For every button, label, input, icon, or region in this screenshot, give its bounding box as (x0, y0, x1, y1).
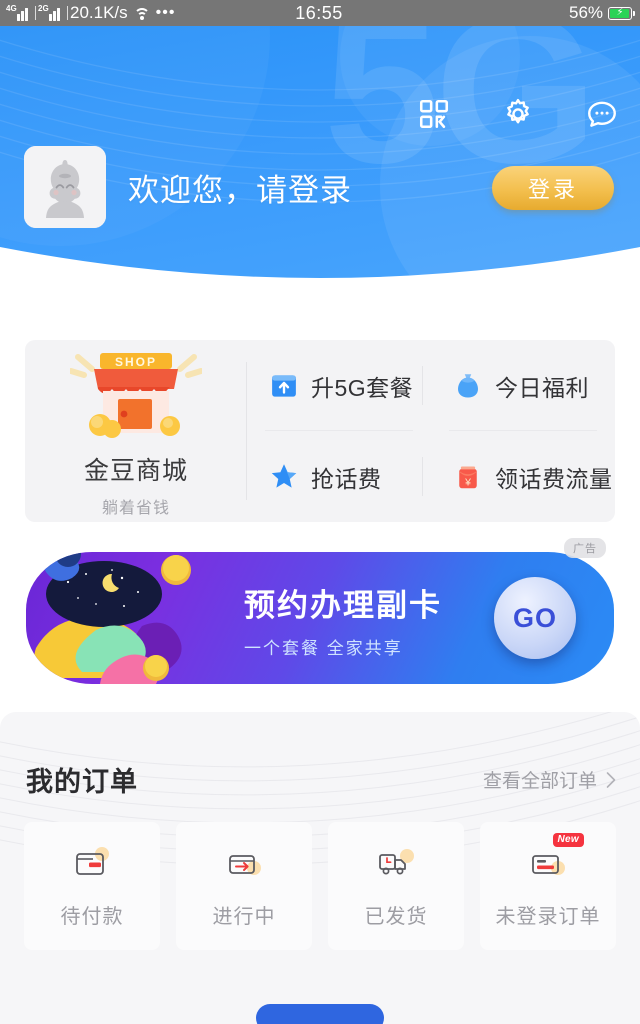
status-bar-clock: 16:55 (295, 2, 343, 23)
svg-text:SHOP: SHOP (115, 355, 157, 369)
quick-link-label: 升5G套餐 (311, 374, 414, 401)
status-bar: 4G 2G 20.1K/s ••• 16:55 56% ⚡ (0, 0, 640, 26)
box-arrow-icon (220, 844, 268, 884)
new-badge: New (552, 832, 584, 847)
card-icon: New (524, 832, 584, 884)
jindou-mall-entry[interactable]: SHOP 金豆商城 躺着省钱 (25, 340, 247, 522)
signal-sim1-label: 4G (6, 3, 17, 13)
quick-link-claim-credit-data[interactable]: ¥ 领话费流量 (431, 431, 615, 522)
header-icon-row (414, 94, 622, 134)
signal-icon-sim1: 4G (6, 3, 36, 21)
wifi-icon (133, 7, 150, 20)
view-all-orders-label: 查看全部订单 (482, 771, 597, 792)
welcome-row: 欢迎您，请登录 (24, 146, 352, 228)
star-icon (271, 463, 297, 488)
signal-sim2-label: 2G (38, 3, 49, 13)
order-tile-not-logged-in[interactable]: New 未登录订单 (480, 822, 616, 950)
order-tile-label: 进行中 (212, 905, 276, 928)
promo-banner[interactable]: 预约办理副卡 一个套餐 全家共享 GO (26, 552, 614, 684)
order-tile-unpaid[interactable]: 待付款 (24, 822, 160, 950)
order-tile-in-progress[interactable]: 进行中 (176, 822, 312, 950)
quick-link-upgrade-5g-plan[interactable]: 升5G套餐 (247, 340, 431, 431)
shop-storefront-icon: SHOP (70, 352, 202, 438)
svg-text:¥: ¥ (464, 476, 471, 488)
banner-title: 预约办理副卡 (244, 588, 442, 623)
battery-percent: 56% (568, 3, 604, 22)
status-bar-left: 4G 2G 20.1K/s ••• (0, 3, 295, 23)
ad-badge: 广告 (564, 538, 606, 558)
red-envelope-icon: ¥ (459, 466, 477, 488)
qr-scan-icon[interactable] (414, 94, 454, 134)
avatar[interactable] (24, 146, 106, 228)
network-speed: 20.1K/s (70, 3, 128, 22)
welcome-text: 欢迎您，请登录 (128, 172, 352, 208)
banner-text-block: 预约办理副卡 一个套餐 全家共享 (244, 580, 442, 659)
quick-links-card: SHOP 金豆商城 躺着省钱 升5G套餐 今日福利 抢话费 ¥ 领话费流量 (25, 340, 615, 522)
gear-icon[interactable] (498, 94, 538, 134)
ellipsis-icon: ••• (155, 4, 176, 21)
bottom-floating-pill[interactable] (256, 1004, 384, 1024)
quick-link-label: 抢话费 (311, 465, 382, 492)
quick-link-today-benefits[interactable]: 今日福利 (431, 340, 615, 431)
quick-links-grid: 升5G套餐 今日福利 抢话费 ¥ 领话费流量 (247, 340, 615, 522)
header-banner: 5G 欢迎您，请登录 登录 (0, 26, 640, 294)
promo-banner-wrapper: 广告 预约办理副卡 一个套餐 全家共享 GO (26, 538, 614, 684)
order-tile-label: 已发货 (364, 905, 428, 928)
header-bottom-curve (0, 247, 640, 294)
orders-header: 我的订单 查看全部订单 (26, 760, 618, 799)
quick-link-grab-phone-credit[interactable]: 抢话费 (247, 431, 431, 522)
banner-illustration (30, 552, 191, 684)
signal-icon-sim2: 2G (38, 3, 68, 21)
truck-icon (372, 844, 420, 884)
order-tile-label: 待付款 (60, 905, 124, 928)
upload-box-icon (272, 374, 296, 397)
chevron-right-icon (606, 771, 616, 788)
default-avatar-icon (24, 146, 106, 228)
quick-link-label: 领话费流量 (495, 465, 613, 492)
chat-bubble-icon[interactable] (582, 94, 622, 134)
order-tile-shipped[interactable]: 已发货 (328, 822, 464, 950)
wallet-icon (68, 844, 116, 884)
jindou-mall-title: 金豆商城 (83, 456, 188, 485)
orders-tile-grid: 待付款 进行中 已发货 New 未登录订单 (24, 822, 616, 950)
jindou-mall-subtitle: 躺着省钱 (101, 499, 170, 517)
quick-link-label: 今日福利 (495, 374, 589, 401)
banner-go-button[interactable]: GO (494, 577, 576, 659)
login-button[interactable]: 登录 (492, 166, 614, 210)
view-all-orders-link[interactable]: 查看全部订单 (483, 766, 618, 793)
money-bag-icon (458, 373, 478, 397)
battery-icon: ⚡ (608, 6, 636, 20)
order-tile-label: 未登录订单 (495, 905, 601, 928)
banner-subtitle: 一个套餐 全家共享 (244, 639, 403, 658)
status-bar-right: 56% ⚡ (343, 3, 640, 23)
app-screen: 4G 2G 20.1K/s ••• 16:55 56% ⚡ 5G 欢迎您，请登录… (0, 0, 640, 1024)
my-orders-section: 我的订单 查看全部订单 待付款 进行中 已发货 New 未登录订单 (0, 712, 640, 1024)
orders-title: 我的订单 (26, 767, 138, 797)
